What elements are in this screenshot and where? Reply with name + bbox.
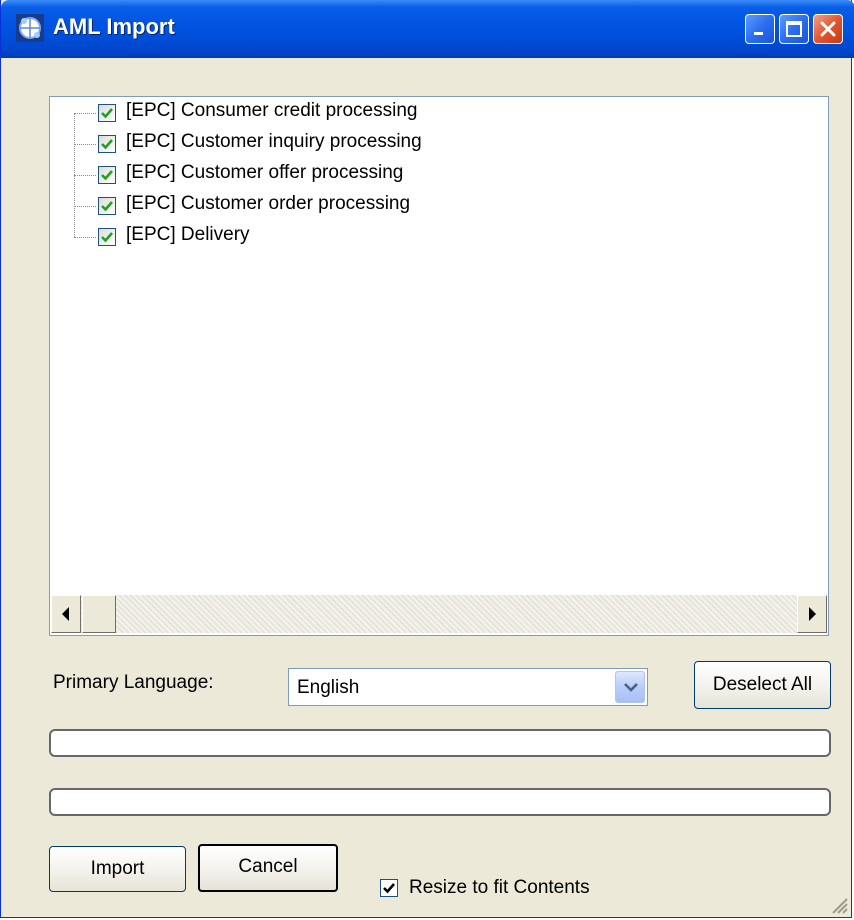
tree-item[interactable]: [EPC] Consumer credit processing (50, 97, 750, 127)
tree-item[interactable]: [EPC] Customer inquiry processing (50, 128, 750, 158)
title-bar[interactable]: AML Import (1, 0, 854, 58)
scrollbar-thumb[interactable] (82, 595, 116, 633)
maximize-icon (786, 21, 802, 37)
tree-item-checkbox[interactable] (98, 228, 116, 246)
resize-to-fit-checkbox[interactable] (380, 879, 398, 897)
primary-language-label: Primary Language: (53, 672, 214, 693)
epc-tree-view[interactable]: [EPC] Consumer credit processing [EPC] C… (49, 96, 829, 636)
resize-to-fit-label: Resize to fit Contents (409, 877, 590, 898)
close-icon (820, 21, 836, 37)
tree-item-label: [EPC] Customer offer processing (126, 162, 404, 183)
import-button[interactable]: Import (49, 846, 186, 892)
horizontal-scrollbar[interactable] (51, 595, 827, 633)
arrow-left-icon (62, 607, 69, 621)
tree-item[interactable]: [EPC] Customer offer processing (50, 159, 750, 189)
close-button[interactable] (813, 14, 843, 44)
checkmark-icon (101, 108, 113, 119)
arrow-right-icon (809, 607, 816, 621)
app-globe-icon (16, 14, 44, 42)
dropdown-button[interactable] (615, 671, 645, 703)
progress-bar-2 (49, 788, 831, 816)
maximize-button[interactable] (779, 14, 809, 44)
scroll-left-button[interactable] (51, 595, 81, 633)
checkmark-icon (101, 170, 113, 181)
tree-connector (74, 206, 96, 207)
resize-grip-icon[interactable] (827, 893, 849, 915)
tree-item-label: [EPC] Delivery (126, 224, 250, 245)
tree-item[interactable]: [EPC] Delivery (50, 221, 750, 251)
checkmark-icon (101, 232, 113, 243)
tree-item-checkbox[interactable] (98, 197, 116, 215)
checkmark-icon (101, 201, 113, 212)
tree-connector (74, 144, 96, 145)
tree-item-label: [EPC] Customer order processing (126, 193, 411, 214)
minimize-icon (754, 32, 763, 35)
scroll-right-button[interactable] (797, 595, 827, 633)
checkmark-icon (101, 139, 113, 150)
progress-bar-1 (49, 729, 831, 757)
cancel-button[interactable]: Cancel (198, 844, 338, 892)
aml-import-dialog: AML Import [EPC] Consumer credit process… (0, 0, 854, 918)
chevron-down-icon (624, 683, 638, 692)
minimize-button[interactable] (745, 14, 775, 44)
tree-item[interactable]: [EPC] Customer order processing (50, 190, 750, 220)
window-title: AML Import (53, 14, 175, 39)
tree-item-checkbox[interactable] (98, 104, 116, 122)
tree-connector (74, 237, 96, 238)
tree-connector (74, 175, 96, 176)
tree-item-label: [EPC] Customer inquiry processing (126, 131, 422, 152)
tree-item-checkbox[interactable] (98, 166, 116, 184)
tree-item-label: [EPC] Consumer credit processing (126, 100, 418, 121)
primary-language-select[interactable]: English (288, 668, 648, 706)
checkmark-icon (383, 883, 395, 894)
primary-language-value: English (297, 677, 360, 698)
deselect-all-button[interactable]: Deselect All (694, 661, 831, 709)
tree-item-checkbox[interactable] (98, 135, 116, 153)
tree-connector (74, 113, 96, 114)
